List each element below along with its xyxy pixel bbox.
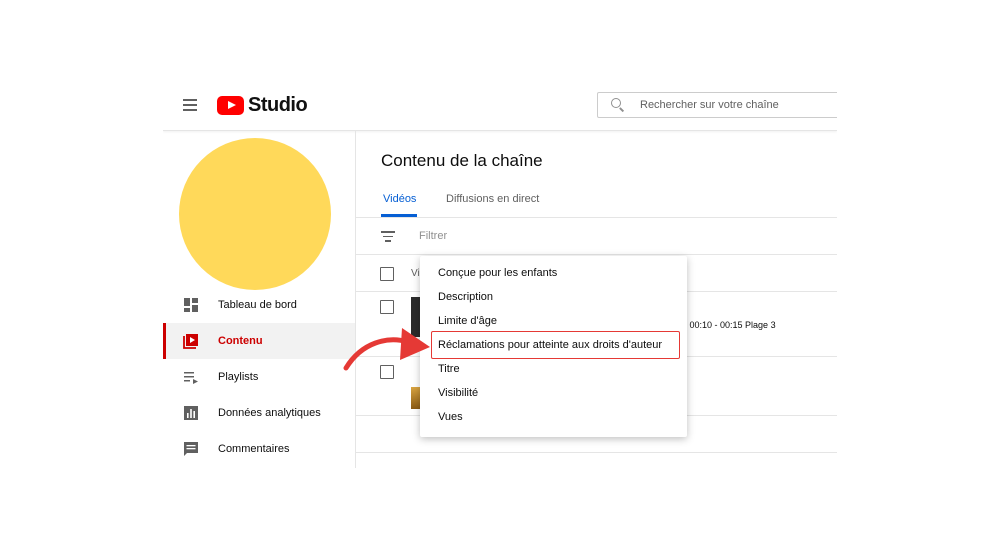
content-icon [183,334,198,349]
search-icon [610,97,626,113]
tab-videos[interactable]: Vidéos [383,193,416,205]
sidebar-item-label: Contenu [218,335,263,347]
sidebar: Tableau de bord Contenu Playlists Donnée… [163,131,356,468]
row-checkbox[interactable] [380,300,394,314]
filter-option-title[interactable]: Titre [420,357,687,381]
menu-icon[interactable] [183,99,197,111]
filter-option-copyright-claims[interactable]: Réclamations pour atteinte aux droits d'… [431,331,680,359]
playlist-icon [184,372,198,384]
sidebar-item-comments[interactable]: Commentaires [163,431,355,467]
dashboard-icon [184,298,198,312]
sidebar-item-content[interactable]: Contenu [163,323,355,359]
filter-bar: Filtrer [356,218,837,255]
video-title-partial: 2 00:10 - 00:15 Plage 3 [682,320,776,330]
filter-dropdown-menu: Conçue pour les enfants Description Limi… [420,256,687,437]
logo-text: Studio [248,93,308,116]
filter-icon[interactable] [381,231,395,242]
sidebar-item-dashboard[interactable]: Tableau de bord [163,287,355,323]
menu-item-label: Conçue pour les enfants [438,267,558,279]
menu-item-label: Description [438,291,494,303]
analytics-icon [184,406,198,420]
page-title: Contenu de la chaîne [381,151,543,170]
sidebar-item-label: Tableau de bord [218,299,297,311]
youtube-logo-icon [217,95,244,115]
filter-input-label[interactable]: Filtrer [419,230,447,242]
studio-logo[interactable]: Studio [217,93,308,117]
channel-avatar[interactable] [179,138,331,290]
active-tab-indicator [381,214,417,217]
top-bar: Studio [163,80,837,131]
search-input[interactable] [638,98,837,112]
column-header-video: Vi [411,268,420,279]
filter-option-age-restriction[interactable]: Limite d'âge [420,309,687,333]
sidebar-item-label: Données analytiques [218,407,321,419]
menu-item-label: Réclamations pour atteinte aux droits d'… [438,339,663,351]
tab-live[interactable]: Diffusions en direct [446,193,539,205]
filter-option-made-for-kids[interactable]: Conçue pour les enfants [420,261,687,285]
menu-item-label: Limite d'âge [438,315,497,327]
content-tabs: Vidéos Diffusions en direct [356,183,837,218]
sidebar-item-label: Playlists [218,371,259,383]
sidebar-item-analytics[interactable]: Données analytiques [163,395,355,431]
comments-icon [184,442,198,456]
filter-option-views[interactable]: Vues [420,405,687,429]
annotation-arrow-icon [343,328,430,371]
filter-option-description[interactable]: Description [420,285,687,309]
sidebar-item-playlists[interactable]: Playlists [163,359,355,395]
menu-item-label: Visibilité [438,387,479,399]
menu-item-label: Vues [438,411,463,423]
menu-item-label: Titre [438,363,460,375]
search-box[interactable] [597,92,837,118]
sidebar-item-label: Commentaires [218,443,290,455]
filter-option-visibility[interactable]: Visibilité [420,381,687,405]
select-all-checkbox[interactable] [380,267,394,281]
